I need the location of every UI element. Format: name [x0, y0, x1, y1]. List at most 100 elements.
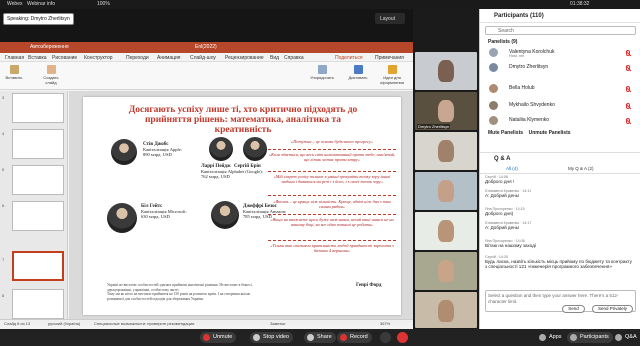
autosave-label[interactable]: Автозбереження: [30, 44, 69, 50]
video-tile[interactable]: [415, 132, 477, 170]
unmute-button[interactable]: Unmute: [200, 332, 237, 343]
slide-thumbnail[interactable]: [12, 289, 64, 319]
participant-name: Dmytro Zherlitsyn: [509, 64, 549, 70]
qa-item[interactable]: Яна Прохоренко · 14:08 Вітаю на нашому з…: [485, 239, 635, 248]
more-options-icon[interactable]: [380, 332, 391, 343]
tab-slideshow[interactable]: Слайд-шоу: [190, 55, 216, 61]
webinar-info-tab[interactable]: Webinar info: [27, 1, 55, 7]
participants-search-input[interactable]: Search: [485, 26, 636, 35]
new-slide-button[interactable]: Создать слайд: [40, 65, 62, 85]
tab-draw[interactable]: Рисование: [52, 55, 77, 61]
tab-main[interactable]: Главная: [5, 55, 24, 61]
participant-row[interactable]: Mykhailo Shvydenko: [485, 100, 636, 112]
slide-edit-pane: Досягають успіху лише ті, хто критично п…: [69, 91, 413, 319]
dictate-button[interactable]: Диктовать: [347, 65, 369, 80]
participant-row[interactable]: Dmytro Zherlitsyn: [485, 62, 636, 74]
participants-button[interactable]: Participants: [567, 332, 613, 343]
slide-footer-text: Україні не вистачає особистостей здатних…: [107, 283, 267, 301]
slide-thumbnail[interactable]: [12, 129, 64, 159]
mic-muted-icon[interactable]: [626, 65, 630, 71]
qa-list[interactable]: Сергій · 14:08 Доброго дня ! Єлизавета К…: [480, 175, 640, 298]
participant-row[interactable]: Bella Holub: [485, 83, 636, 95]
mic-muted-icon[interactable]: [626, 118, 630, 124]
quote-text: «Якість – це краще ніж кількість. Краще,…: [273, 199, 391, 210]
video-tile-label: Dmytro Zherlitsyn: [417, 124, 451, 129]
qa-item[interactable]: Яна Прохоренко · 14:15 Доброго дня): [485, 207, 635, 216]
quote: «Якщо ви вважаєте щось дуже важливим, не…: [268, 217, 396, 227]
tab-qa-my[interactable]: My Q & A (2): [568, 166, 594, 171]
qa-item[interactable]: Єлизавета Кравенко · 14:17 А: Добрий ден…: [485, 221, 635, 230]
slide-thumbnails-pane[interactable]: 3 4 5 6 7 8: [0, 91, 68, 319]
video-tile-active[interactable]: Dmytro Zherlitsyn: [415, 92, 477, 130]
share-button[interactable]: Share: [304, 332, 336, 343]
microphone-icon: [353, 65, 363, 74]
slide-thumbnail[interactable]: [12, 201, 64, 231]
participants-label: Participants: [580, 334, 609, 340]
record-button[interactable]: Record: [337, 332, 372, 343]
status-notes[interactable]: Заметки: [270, 321, 285, 326]
participant-row[interactable]: Nataliia Klymenko: [485, 115, 636, 127]
video-tile[interactable]: [415, 52, 477, 90]
mute-controls: Mute Panelists Unmute Panelists: [488, 130, 571, 136]
arrange-button[interactable]: Упорядочить: [310, 65, 334, 80]
paste-button[interactable]: Вставить: [4, 65, 24, 80]
slide-thumbnail-selected[interactable]: [12, 251, 64, 281]
qa-item[interactable]: Єлизавета Кравенко · 14:11 А: Добрий ден…: [485, 189, 635, 198]
tab-review[interactable]: Рецензирование: [225, 55, 264, 61]
avatar: [489, 84, 498, 93]
qa-button[interactable]: Q&A: [612, 332, 640, 343]
video-tile[interactable]: [415, 172, 477, 210]
slide-canvas[interactable]: Досягають успіху лише ті, хто критично п…: [83, 97, 401, 315]
participant-row[interactable]: Valentyna Korolchuk Host, me: [485, 47, 636, 59]
quote-text: «Тільки так ставлячи правильність людей …: [270, 243, 394, 254]
tab-animation[interactable]: Анимация: [157, 55, 180, 61]
qa-item[interactable]: Сергій · 14:08 Доброго дня !: [485, 175, 635, 184]
ppt-ribbon-tabs: Главная Вставка Рисование Конструктор Пе…: [0, 53, 413, 62]
video-tile[interactable]: [415, 212, 477, 250]
slide-thumbnail[interactable]: [12, 165, 64, 195]
design-ideas-button[interactable]: Идеи для оформления: [374, 65, 410, 85]
stop-video-button[interactable]: Stop video: [250, 332, 293, 343]
tab-help[interactable]: Справка: [284, 55, 304, 61]
comments-button[interactable]: Примечания: [375, 55, 404, 61]
send-button[interactable]: Send: [562, 305, 585, 313]
slide-thumbnail[interactable]: [12, 93, 64, 123]
share-button[interactable]: Поделиться: [335, 55, 363, 61]
avatar: [489, 48, 498, 57]
tab-qa-all[interactable]: All (4): [506, 166, 518, 171]
camera-icon: [253, 334, 260, 341]
status-slide: Слайд 8 из 13: [4, 321, 31, 326]
app-top-bar: Webex Webinar info 100% 01:38:32: [0, 0, 640, 9]
status-accessibility[interactable]: Специальные возможности: проверьте реком…: [94, 321, 194, 326]
apps-button[interactable]: Apps: [536, 332, 566, 343]
qa-item[interactable]: Сергій · 14:35 Будь ласка, назвіть кільк…: [485, 255, 635, 269]
video-tile[interactable]: [415, 252, 477, 290]
video-tile[interactable]: [415, 292, 477, 328]
mic-muted-icon[interactable]: [626, 103, 630, 109]
app-name: Webex: [7, 1, 23, 7]
send-privately-button[interactable]: Send Privately: [592, 305, 633, 313]
mic-muted-icon[interactable]: [626, 50, 630, 56]
qa-text: Будь ласка, назвіть кількість місць прий…: [485, 259, 632, 269]
file-name: Enl(2022): [195, 44, 217, 50]
quote: «Якість – це краще ніж кількість. Краще,…: [268, 199, 396, 209]
sergey-brin-photo: [243, 137, 267, 161]
unmute-panelists-button[interactable]: Unmute Panelists: [529, 130, 571, 136]
tab-transitions[interactable]: Переходи: [126, 55, 149, 61]
quote-divider: [268, 240, 396, 241]
mute-panelists-button[interactable]: Mute Panelists: [488, 130, 523, 136]
qa-header: Q & A: [480, 152, 640, 164]
layout-button[interactable]: Layout: [375, 13, 405, 24]
status-language[interactable]: русский (Україна): [48, 321, 80, 326]
leave-meeting-icon[interactable]: [397, 332, 408, 343]
status-zoom[interactable]: 367%: [380, 321, 390, 326]
mic-muted-icon[interactable]: [626, 86, 630, 92]
quote-divider: [268, 149, 396, 150]
arrange-icon: [317, 65, 327, 74]
tab-design[interactable]: Конструктор: [84, 55, 113, 61]
zoom-level[interactable]: 100%: [97, 1, 110, 7]
tab-insert[interactable]: Вставка: [28, 55, 47, 61]
tab-view[interactable]: Вид: [270, 55, 279, 61]
qa-text: Доброго дня !: [485, 179, 515, 184]
panelists-header[interactable]: Panelists (9): [488, 39, 517, 45]
